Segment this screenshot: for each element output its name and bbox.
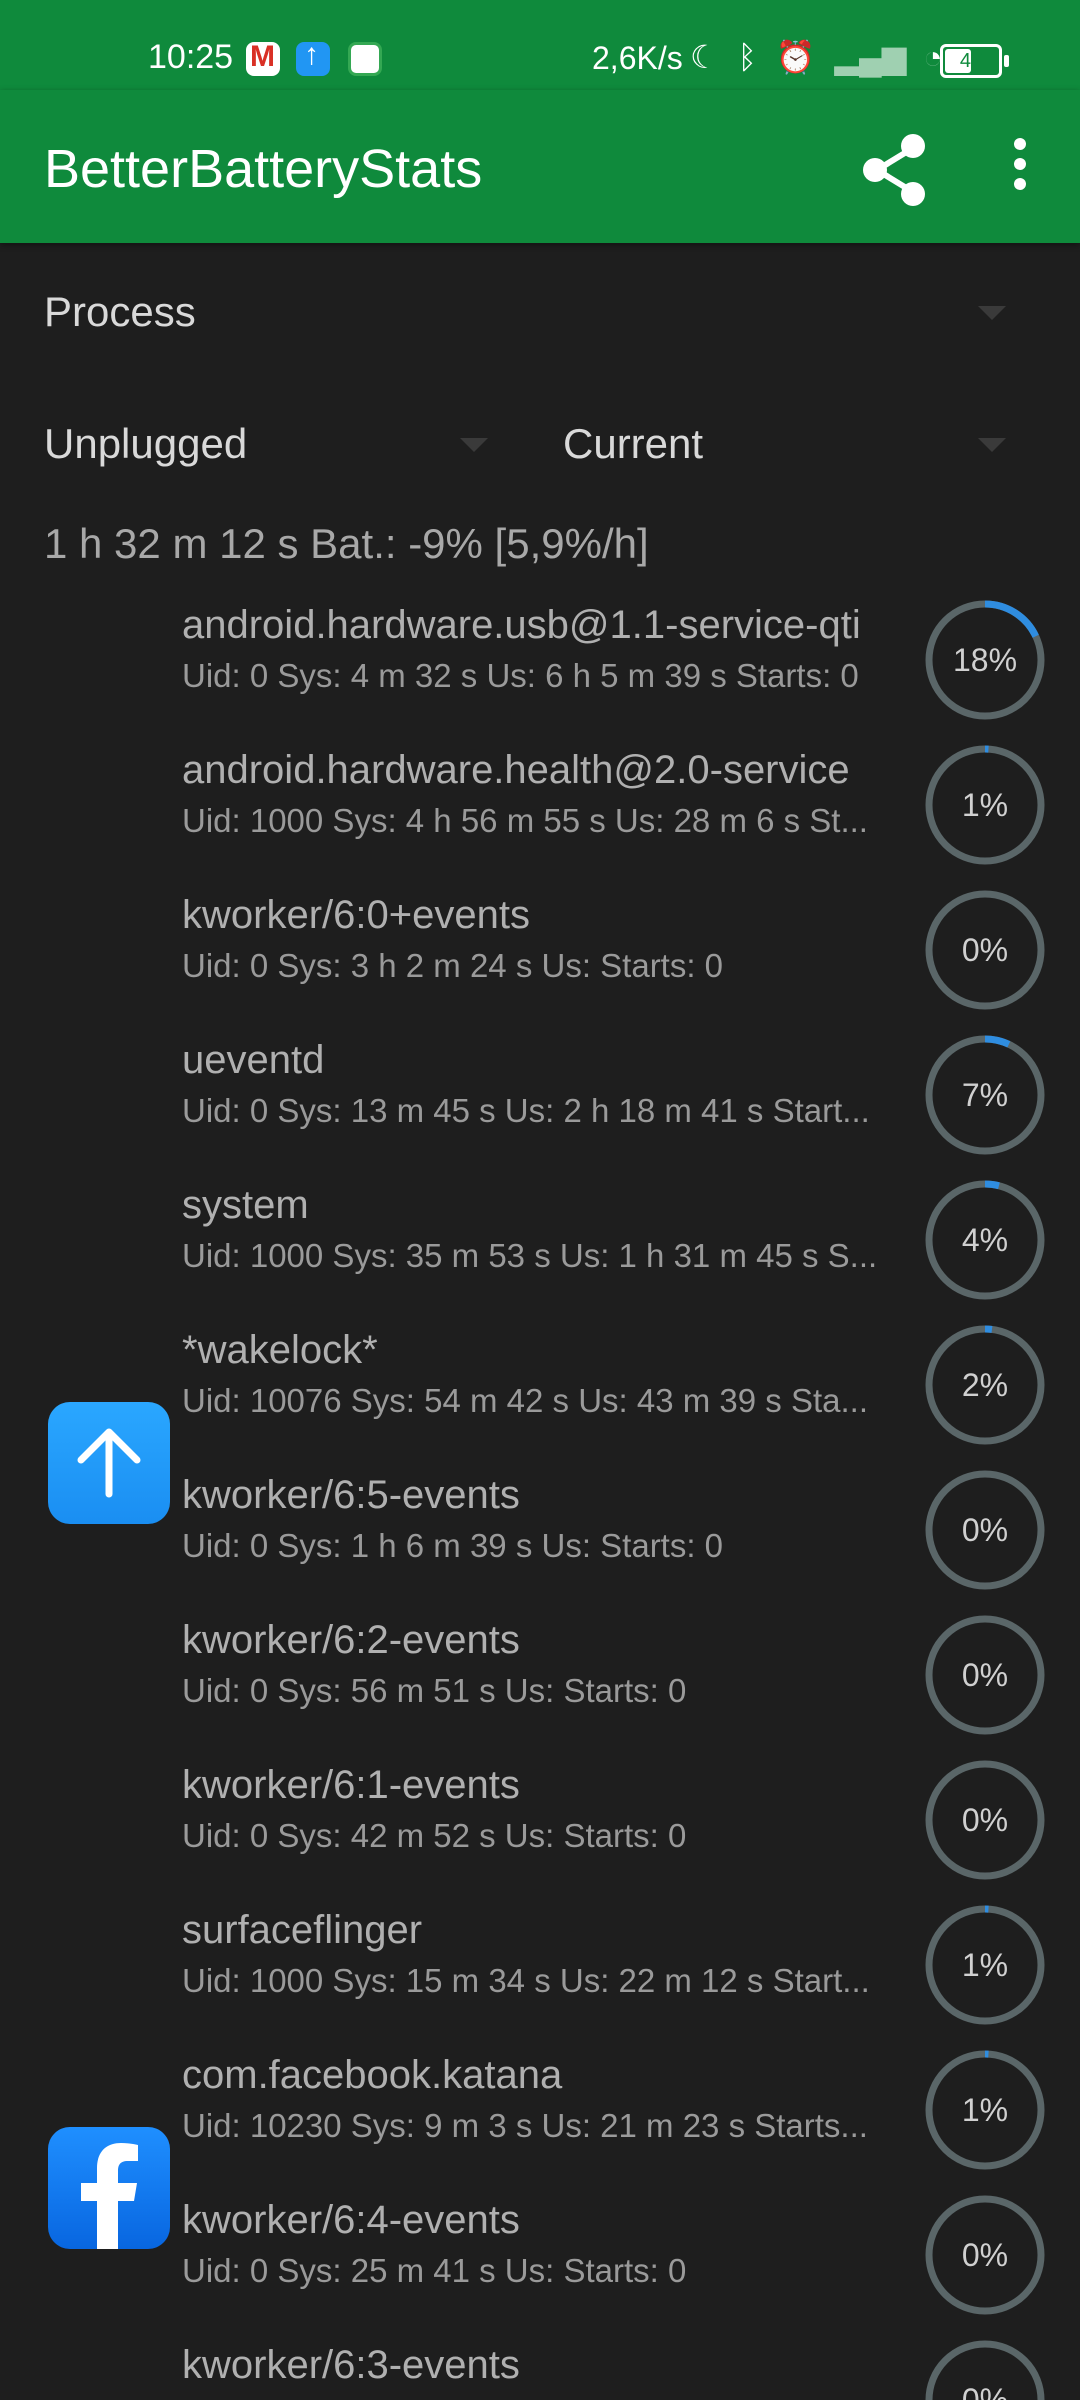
process-name: kworker/6:4-events [182, 2198, 520, 2242]
usage-percent: 0% [961, 2237, 1009, 2273]
usage-percent: 0% [961, 1802, 1009, 1838]
usage-percent: 0% [961, 932, 1009, 968]
process-name: surfaceflinger [182, 1908, 423, 1952]
upload-notification-icon [296, 38, 330, 76]
app-notification-icon [348, 42, 382, 76]
usage-percent: 0% [961, 2382, 1009, 2400]
gmail-notification-icon [246, 40, 280, 76]
process-name: ueventd [182, 1038, 325, 1082]
list-item[interactable]: kworker/6:1-events Uid: 0 Sys: 42 m 52 s … [0, 1755, 1080, 1900]
battery-level: 47 [959, 50, 983, 72]
to-value: Current [563, 420, 704, 467]
process-details: Uid: 0 Sys: 42 m 52 s Us: Starts: 0 [182, 1817, 687, 1854]
stat-type-dropdown[interactable]: Process [0, 270, 1080, 360]
chevron-down-icon [978, 306, 1006, 320]
list-item[interactable]: kworker/6:0+events Uid: 0 Sys: 3 h 2 m 24… [0, 885, 1080, 1030]
list-item[interactable]: surfaceflinger Uid: 1000 Sys: 15 m 34 s U… [0, 1900, 1080, 2045]
from-value: Unplugged [44, 420, 248, 467]
summary-text: 1 h 32 m 12 s Bat.: -9% [5,9%/h] [44, 520, 649, 567]
to-dropdown[interactable]: Current [540, 400, 1080, 490]
moon-icon: ☾ [690, 39, 719, 75]
list-item[interactable]: com.facebook.katana Uid: 10230 Sys: 9 m 3… [0, 2045, 1080, 2249]
list-item[interactable]: kworker/6:4-events Uid: 0 Sys: 25 m 41 s … [0, 2190, 1080, 2335]
process-name: *wakelock* [182, 1328, 378, 1372]
stat-type-value: Process [44, 288, 196, 335]
network-speed: 2,6K/s [592, 40, 683, 76]
process-details: Uid: 10076 Sys: 54 m 42 s Us: 43 m 39 s … [182, 1382, 868, 1419]
list-item[interactable]: kworker/6:2-events Uid: 0 Sys: 56 m 51 s … [0, 1610, 1080, 1755]
app-title: BetterBatteryStats [44, 139, 483, 199]
usage-percent: 7% [961, 1077, 1009, 1113]
usage-percent: 1% [961, 787, 1009, 823]
usage-percent: 1% [961, 1947, 1009, 1983]
process-name: kworker/6:1-events [182, 1763, 520, 1807]
status-bar: 10:25 2,6K/s ☾ ᛒ ⏰ ▂▄▆ ◔ 47 [0, 0, 1080, 90]
process-details: Uid: 0 Sys: 3 h 2 m 24 s Us: Starts: 0 [182, 947, 724, 984]
process-details: Uid: 1000 Sys: 4 h 56 m 55 s Us: 28 m 6 … [182, 802, 868, 839]
process-name: com.facebook.katana [182, 2053, 563, 2097]
process-details: Uid: 0 Sys: 13 m 45 s Us: 2 h 18 m 41 s … [182, 1092, 870, 1129]
process-details: Uid: 1000 Sys: 35 m 53 s Us: 1 h 31 m 45… [182, 1237, 878, 1274]
status-time: 10:25 [148, 38, 234, 76]
list-item[interactable]: *wakelock* Uid: 10076 Sys: 54 m 42 s Us: … [0, 1320, 1080, 1524]
process-list[interactable]: android.hardware.usb@1.1-service-qti Uid:… [0, 595, 1080, 2400]
list-item[interactable]: android.hardware.usb@1.1-service-qti Uid:… [0, 595, 1080, 740]
usage-percent: 18% [952, 642, 1018, 678]
list-item[interactable]: android.hardware.health@2.0-service Uid: … [0, 740, 1080, 885]
process-details: Uid: 10230 Sys: 9 m 3 s Us: 21 m 23 s St… [182, 2107, 868, 2144]
signal-icon: ▂▄▆ [834, 39, 907, 75]
share-icon[interactable] [855, 130, 935, 210]
more-vert-icon[interactable] [996, 134, 1044, 194]
usage-percent: 2% [961, 1367, 1009, 1403]
process-name: android.hardware.usb@1.1-service-qti [182, 603, 861, 647]
usage-percent: 4% [961, 1222, 1009, 1258]
process-details: Uid: 0 Sys: 4 m 32 s Us: 6 h 5 m 39 s St… [182, 657, 859, 694]
list-item[interactable]: ueventd Uid: 0 Sys: 13 m 45 s Us: 2 h 18 … [0, 1030, 1080, 1175]
process-name: system [182, 1183, 309, 1227]
list-item[interactable]: kworker/6:3-events 0% [0, 2335, 1080, 2400]
from-dropdown[interactable]: Unplugged [0, 400, 510, 490]
process-name: kworker/6:0+events [182, 893, 530, 937]
process-name: kworker/6:2-events [182, 1618, 520, 1662]
usage-percent: 0% [961, 1512, 1009, 1548]
alarm-icon: ⏰ [775, 39, 816, 75]
process-details: Uid: 0 Sys: 1 h 6 m 39 s Us: Starts: 0 [182, 1527, 724, 1564]
usage-percent: 0% [961, 1657, 1009, 1693]
process-details: Uid: 1000 Sys: 15 m 34 s Us: 22 m 12 s S… [182, 1962, 870, 1999]
status-icons: ☾ ᛒ ⏰ ▂▄▆ ◔ [690, 38, 943, 76]
bluetooth-icon: ᛒ [737, 39, 757, 75]
process-details: Uid: 0 Sys: 25 m 41 s Us: Starts: 0 [182, 2252, 687, 2289]
battery-icon: 47 [940, 44, 1009, 78]
chevron-down-icon [460, 438, 488, 452]
usage-percent: 1% [961, 2092, 1009, 2128]
process-name: kworker/6:5-events [182, 1473, 520, 1517]
process-name: kworker/6:3-events [182, 2343, 520, 2387]
chevron-down-icon [978, 438, 1006, 452]
list-item[interactable]: system Uid: 1000 Sys: 35 m 53 s Us: 1 h 3… [0, 1175, 1080, 1320]
app-bar: BetterBatteryStats [0, 90, 1080, 243]
process-details: Uid: 0 Sys: 56 m 51 s Us: Starts: 0 [182, 1672, 687, 1709]
list-item[interactable]: kworker/6:5-events Uid: 0 Sys: 1 h 6 m 39… [0, 1465, 1080, 1610]
process-name: android.hardware.health@2.0-service [182, 748, 850, 792]
